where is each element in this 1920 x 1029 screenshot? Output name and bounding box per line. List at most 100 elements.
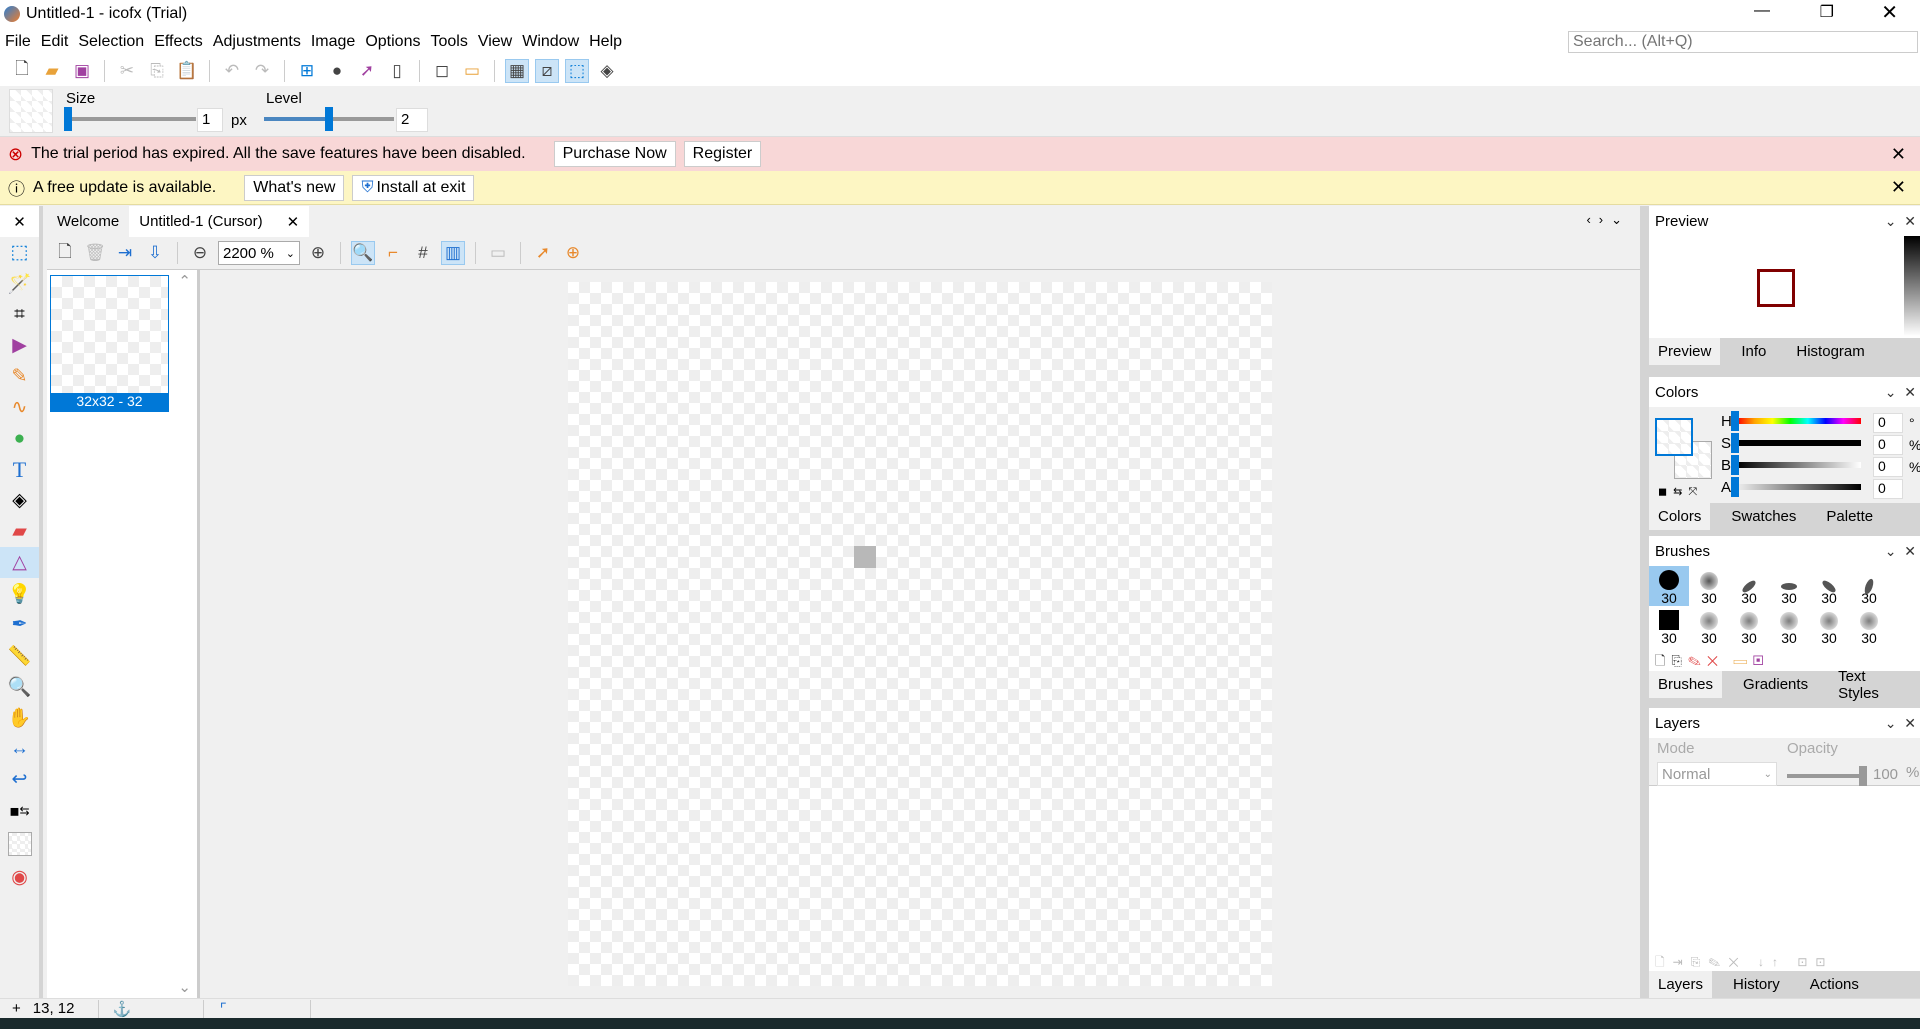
brush-spray1[interactable]: 30 [1689,606,1729,646]
rect-select-tool-icon[interactable]: ⬚ [0,237,39,268]
close-trial-bar-icon[interactable]: ✕ [1891,144,1906,165]
menu-help[interactable]: Help [584,33,627,51]
swap-colors-icon[interactable]: ◼⇆ [0,795,39,826]
redo-icon[interactable]: ↷ [250,59,274,83]
layers-icon[interactable]: ◈ [595,59,619,83]
foreground-color-swatch[interactable] [1655,418,1693,456]
brush-oval4[interactable]: 30 [1849,566,1889,606]
crop-tool-icon[interactable]: ⌗ [0,299,39,330]
b-slider[interactable] [1737,462,1861,468]
a-slider-thumb[interactable] [1731,477,1739,497]
light-tool-icon[interactable]: 💡 [0,578,39,609]
close-tools-icon[interactable]: ✕ [0,206,39,237]
tab-swatches[interactable]: Swatches [1722,503,1805,530]
level-slider-thumb[interactable] [325,107,333,131]
brush-spray2[interactable]: 30 [1729,606,1769,646]
menu-options[interactable]: Options [360,33,425,51]
color-tools-icons[interactable]: ◼⇆⤧ [1658,485,1703,499]
rulers-icon[interactable]: ⌐ [381,241,405,265]
zoom-in-icon[interactable]: ⊕ [306,241,330,265]
close-update-bar-icon[interactable]: ✕ [1891,177,1906,198]
move-tool-icon[interactable]: ▶ [0,330,39,361]
text-tool-icon[interactable]: T [0,454,39,485]
undo-icon[interactable]: ↶ [220,59,244,83]
eraser-tool-icon[interactable]: ▰ [0,516,39,547]
grid-icon[interactable]: # [411,241,435,265]
batch-folder-icon[interactable]: ▭ [460,59,484,83]
tab-nav-icons[interactable]: ‹›⌄ [1586,212,1630,228]
crosshair-icon[interactable]: ⊕ [561,241,585,265]
cut-icon[interactable]: ✂ [115,59,139,83]
new-file-icon[interactable]: 🗋 [10,59,34,83]
a-slider[interactable] [1737,484,1861,490]
register-button[interactable]: Register [683,141,762,167]
preview-bg-strip[interactable] [1904,236,1920,336]
frame-icon[interactable]: ▭ [486,241,510,265]
opacity-slider-thumb[interactable] [1859,766,1867,786]
size-slider-thumb[interactable] [64,107,72,131]
brush-spray3[interactable]: 30 [1769,606,1809,646]
close-tab-icon[interactable]: ✕ [287,213,300,231]
menu-file[interactable]: File [0,33,36,51]
tab-actions[interactable]: Actions [1801,971,1868,998]
pencil-tool-icon[interactable]: ✎ [0,361,39,392]
windows-icon[interactable]: ⊞ [295,59,319,83]
restore-button[interactable]: ❐ [1820,2,1834,22]
tab-palette[interactable]: Palette [1817,503,1882,530]
record-icon[interactable]: ◉ [0,862,39,893]
menu-selection[interactable]: Selection [73,33,149,51]
close-window-button[interactable]: ✕ [1881,0,1898,25]
a-input[interactable]: 0 [1873,479,1903,499]
purchase-now-button[interactable]: Purchase Now [553,141,676,167]
zoom-out-icon[interactable]: ⊖ [188,241,212,265]
flip-tool-icon[interactable]: ↔ [0,733,39,764]
tab-layers[interactable]: Layers [1649,971,1713,998]
export-image-icon[interactable]: ⇩ [143,241,167,265]
brush-leaf[interactable]: 30 [1809,606,1849,646]
scroll-down-icon[interactable]: ⌄ [178,978,191,996]
delete-image-icon[interactable]: 🗑 [83,241,107,265]
h-input[interactable]: 0 [1873,413,1903,433]
panel-controls-icon[interactable]: ⌄ ✕ [1885,213,1916,230]
shape-tool-icon[interactable]: △ [0,547,39,578]
level-input[interactable]: 2 [396,108,428,132]
copy-icon[interactable]: ⎘ [145,59,169,83]
drawing-canvas[interactable] [568,282,1272,986]
brush-soft[interactable]: 30 [1689,566,1729,606]
scroll-up-icon[interactable]: ⌃ [178,272,191,290]
split-view-icon[interactable]: ▥ [441,241,465,265]
menu-effects[interactable]: Effects [149,33,208,51]
ellipse-tool-icon[interactable]: ● [0,423,39,454]
menu-view[interactable]: View [473,33,517,51]
brush-oval3[interactable]: 30 [1809,566,1849,606]
panel-controls-icon[interactable]: ⌄ ✕ [1885,384,1916,401]
fill-tool-icon[interactable]: ◈ [0,485,39,516]
zoom-tool-icon[interactable]: 🔍 [0,671,39,702]
tab-untitled-1[interactable]: Untitled-1 (Cursor) ✕ [129,206,310,237]
tab-welcome[interactable]: Welcome [47,206,129,237]
whats-new-button[interactable]: What's new [244,174,345,201]
b-slider-thumb[interactable] [1731,455,1739,475]
tab-histogram[interactable]: Histogram [1787,338,1873,365]
zoom-tool-icon[interactable]: 🔍 [351,241,375,265]
hand-tool-icon[interactable]: ✋ [0,702,39,733]
menu-edit[interactable]: Edit [36,33,74,51]
brush-circle[interactable]: 30 [1649,566,1689,606]
search-input[interactable] [1568,31,1918,53]
tab-history[interactable]: History [1724,971,1789,998]
opacity-slider[interactable] [1787,774,1862,778]
menu-tools[interactable]: Tools [425,33,472,51]
h-slider-thumb[interactable] [1731,411,1739,431]
h-slider[interactable] [1737,418,1861,424]
tab-text-styles[interactable]: Text Styles [1829,668,1912,702]
panel-controls-icon[interactable]: ⌄ ✕ [1885,715,1916,732]
hotspot-icon[interactable]: ➚ [531,241,555,265]
import-image-icon[interactable]: ⇥ [113,241,137,265]
s-input[interactable]: 0 [1873,435,1903,455]
new-image-icon[interactable]: ◻ [430,59,454,83]
brush-oval2[interactable]: 30 [1769,566,1809,606]
image-thumbnail[interactable]: 32x32 - 32 [50,275,169,412]
paste-icon[interactable]: 📋 [175,59,199,83]
tab-preview[interactable]: Preview [1649,338,1721,365]
tab-gradients[interactable]: Gradients [1734,671,1817,698]
